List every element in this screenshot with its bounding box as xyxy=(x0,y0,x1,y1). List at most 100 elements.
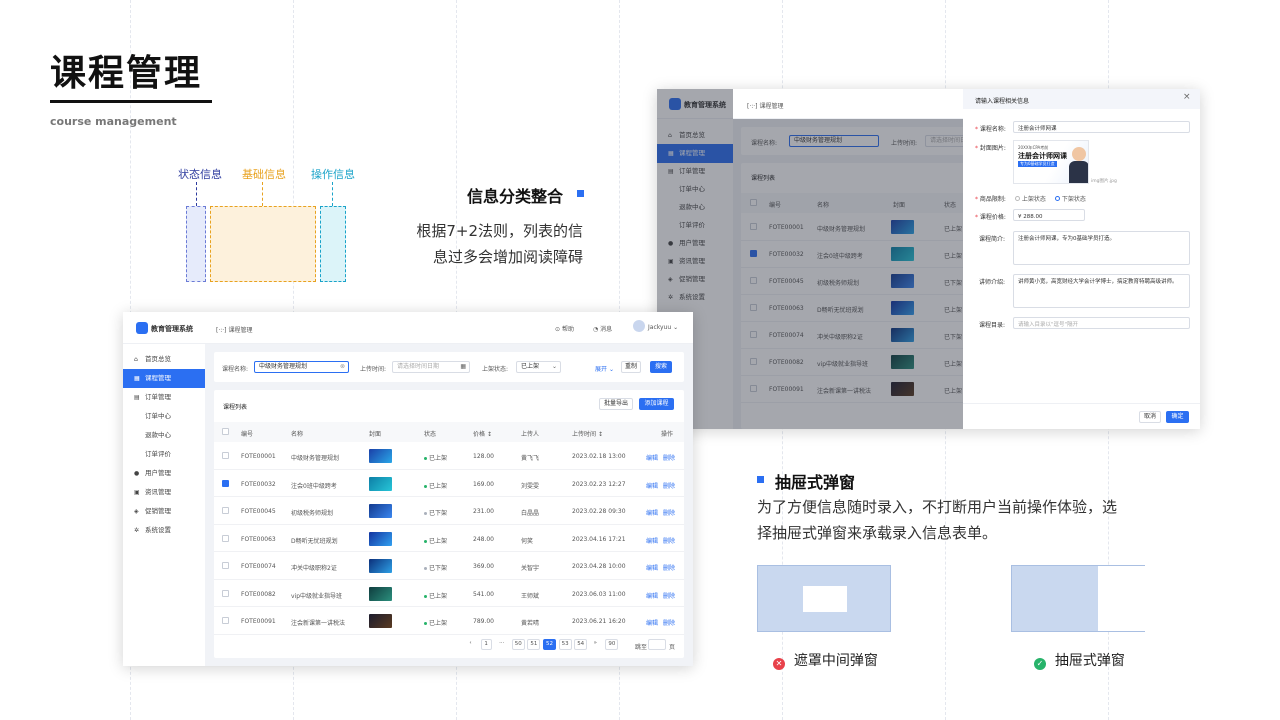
nav-order-center[interactable]: 订单中心 xyxy=(123,407,205,426)
row-checkbox[interactable] xyxy=(222,617,229,624)
row-checkbox[interactable] xyxy=(222,507,229,514)
page-52-button[interactable]: 52 xyxy=(543,639,556,650)
delete-link[interactable]: 删除 xyxy=(663,453,675,462)
intro-field[interactable]: 注册会计师网课，专为0基础学员打造。 xyxy=(1013,231,1190,265)
delete-link[interactable]: 删除 xyxy=(663,591,675,600)
help-icon: ⊙ xyxy=(555,326,561,333)
expand-link[interactable]: 展开 ⌄ xyxy=(595,364,614,373)
row-time: 2023.04.16 17:21 xyxy=(572,535,626,543)
row-status: 已上架 xyxy=(424,591,447,600)
basic-info-column xyxy=(210,206,316,282)
row-time: 2023.02.23 12:27 xyxy=(572,480,626,488)
edit-link[interactable]: 编辑 xyxy=(646,481,658,490)
row-checkbox[interactable] xyxy=(222,534,229,542)
course-name-field[interactable]: 注册会计师网课 xyxy=(1013,121,1190,133)
nav-promo[interactable]: ◈ 促销管理 xyxy=(123,502,205,521)
page-subtitle: course management xyxy=(50,115,177,128)
prev-page-button[interactable]: ‹ xyxy=(465,639,476,650)
delete-link[interactable]: 删除 xyxy=(663,536,675,545)
catalog-field-label: 课程目录: xyxy=(979,322,1006,329)
delete-link[interactable]: 删除 xyxy=(663,563,675,572)
row-time: 2023.02.28 09:30 xyxy=(572,508,626,515)
status-dot-icon xyxy=(424,594,427,598)
row-time: 2023.06.21 16:20 xyxy=(572,618,626,625)
col-price[interactable]: 价格 ↕ xyxy=(473,429,492,438)
cover-field-label: * 封面图片: xyxy=(975,145,1006,152)
edit-link[interactable]: 编辑 xyxy=(646,618,658,627)
row-checkbox[interactable] xyxy=(222,479,229,487)
delete-link[interactable]: 删除 xyxy=(663,508,675,517)
row-status: 已下架 xyxy=(424,563,447,572)
cover-image[interactable]: 20XX年CPA考前 注册会计师网课 专为0基础学员打造 xyxy=(1013,140,1089,184)
drawer-section-body: 为了方便信息随时录入，不打断用户当前操作体验，选 择抽屉式弹窗来承载录入信息表单… xyxy=(757,498,1118,542)
catalog-field[interactable]: 请输入目录以"逗号"隔开 xyxy=(1013,317,1190,329)
row-price: 169.00 xyxy=(473,480,494,488)
page-90-button[interactable]: 90 xyxy=(605,639,619,650)
edit-link[interactable]: 编辑 xyxy=(646,453,658,462)
search-button[interactable]: 搜索 xyxy=(650,361,672,373)
nav-order[interactable]: ▤ 订单管理 xyxy=(123,388,205,407)
batch-export-button[interactable]: 批量导出 xyxy=(599,398,633,410)
chevron-down-icon: ⌄ xyxy=(673,324,679,331)
edit-link[interactable]: 编辑 xyxy=(646,591,658,600)
title-underline xyxy=(50,100,212,103)
row-price: 369.00 xyxy=(473,563,494,570)
basic-info-label: 基础信息 xyxy=(242,168,286,181)
nav-course[interactable]: ▦ 课程管理 xyxy=(123,369,205,388)
nav-refund-center[interactable]: 退款中心 xyxy=(123,426,205,445)
nav-settings[interactable]: ✲ 系统设置 xyxy=(123,521,205,540)
delete-link[interactable]: 删除 xyxy=(663,481,675,490)
row-checkbox[interactable] xyxy=(222,589,229,597)
user-avatar[interactable] xyxy=(633,320,645,332)
row-name: 冲关中级职称2证 xyxy=(291,565,337,572)
edit-link[interactable]: 编辑 xyxy=(646,563,658,572)
confirm-button[interactable]: 确定 xyxy=(1166,411,1189,423)
page-jump-input[interactable] xyxy=(648,639,666,650)
page-53-button[interactable]: 53 xyxy=(558,639,572,650)
row-id: FOTE00074 xyxy=(241,563,276,570)
drawer-dialog-diagram xyxy=(1011,565,1145,632)
cancel-button[interactable]: 取消 xyxy=(1139,411,1161,423)
page-50-button[interactable]: 50 xyxy=(511,639,525,650)
side-drawer-box xyxy=(1098,566,1145,631)
row-checkbox[interactable] xyxy=(222,452,229,459)
reset-button[interactable]: 重制 xyxy=(621,361,641,373)
nav-news[interactable]: ▣ 资讯管理 xyxy=(123,483,205,502)
nav-order-review[interactable]: 订单评价 xyxy=(123,445,205,464)
teacher-field[interactable]: 讲师黄小宽，高宽财经大学会计学博士，搞定教育特聘高级讲师。 xyxy=(1013,274,1190,308)
help-link[interactable]: ⊙ 帮助 xyxy=(555,324,574,333)
page-54-button[interactable]: 54 xyxy=(574,639,588,650)
select-all-checkbox[interactable] xyxy=(222,428,229,435)
table-row: FOTE00001 中级财务管理规划 已上架 128.00 黄飞飞 2023.02.18 … xyxy=(214,442,684,470)
promo-icon: ◈ xyxy=(134,508,139,515)
row-checkbox[interactable] xyxy=(222,562,229,569)
page-1-button[interactable]: 1 xyxy=(480,639,492,650)
row-status: 已上架 xyxy=(424,453,447,462)
price-field[interactable]: ¥ 288.00 xyxy=(1013,209,1085,221)
info-section-heading: 信息分类整合 xyxy=(467,187,564,206)
row-name: vip中级就业指导班 xyxy=(291,592,343,600)
col-time[interactable]: 上传时间 ↕ xyxy=(572,429,603,438)
user-menu[interactable]: Jackyuu ⌄ xyxy=(648,324,678,331)
add-course-button[interactable]: 添加课程 xyxy=(639,398,674,410)
course-name-label: 课程名称: xyxy=(222,366,249,373)
nav-user[interactable]: ● 用户管理 xyxy=(123,464,205,483)
next-page-button[interactable]: » xyxy=(590,639,601,650)
limit-option-on[interactable]: 上架状态 xyxy=(1015,194,1046,203)
delete-link[interactable]: 删除 xyxy=(663,618,675,627)
time-input[interactable]: 请选择时间日期 ▦ xyxy=(392,361,470,373)
status-select[interactable]: 已上架 ⌄ xyxy=(516,361,561,373)
edit-link[interactable]: 编辑 xyxy=(646,508,658,517)
messages-link[interactable]: ◔ 消息 xyxy=(593,324,612,333)
avatar-body xyxy=(1069,161,1088,183)
page-51-button[interactable]: 51 xyxy=(527,639,541,650)
gear-icon: ✲ xyxy=(134,527,140,534)
close-icon[interactable]: × xyxy=(1183,92,1191,102)
col-actions: 操作 xyxy=(661,431,674,438)
edit-link[interactable]: 编辑 xyxy=(646,536,658,545)
course-name-input[interactable]: 中级财务管理规划 ⊗ xyxy=(254,361,349,373)
avatar xyxy=(1072,147,1086,161)
nav-home[interactable]: ⌂ 首页总览 xyxy=(123,350,205,369)
breadcrumb: [·:·] 课程管理 xyxy=(216,327,253,334)
limit-option-off[interactable]: 下架状态 xyxy=(1055,194,1086,203)
